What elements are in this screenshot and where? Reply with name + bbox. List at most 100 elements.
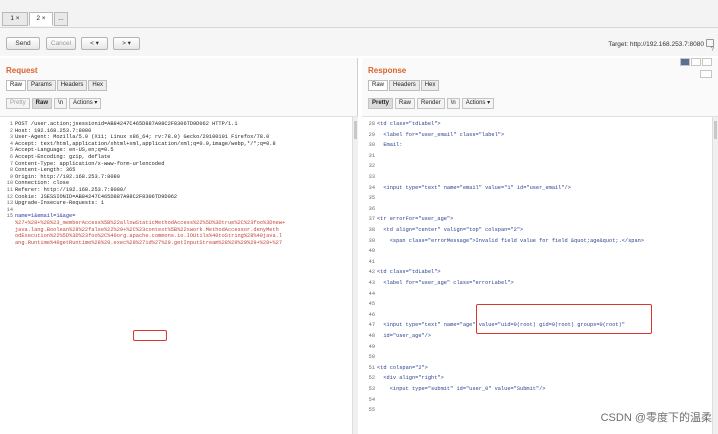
code-line: <span class="errorMessage">Invalid field… <box>377 237 645 244</box>
newline-toggle[interactable]: \n <box>54 98 68 109</box>
layout-split-icon[interactable] <box>680 58 690 66</box>
line-number: 55 <box>368 407 375 414</box>
line-number: 14 <box>6 206 13 213</box>
forward-button[interactable]: > ▾ <box>113 37 140 50</box>
code-line: id="user_age"/> <box>377 333 432 339</box>
cancel-button[interactable]: Cancel <box>46 37 76 50</box>
code-line: Email: <box>377 142 403 149</box>
line-number: 15 <box>6 213 13 220</box>
tab-params[interactable]: Params <box>27 80 56 91</box>
line-number: 33 <box>368 174 375 180</box>
scrollbar-thumb[interactable] <box>714 121 717 139</box>
code-line: User-Agent: Mozilla/5.0 (X11; Linux x86_… <box>15 134 270 141</box>
tab-label: ... <box>58 15 64 22</box>
line-number: 54 <box>368 396 375 403</box>
code-line: <td class="tdLabel"> <box>377 121 441 127</box>
request-editor-toolbar: Pretty Raw \n Actions ▾ <box>6 98 103 110</box>
line-number: 13 <box>6 200 13 207</box>
line-number: 49 <box>368 343 375 350</box>
tab-label: 1 <box>10 15 14 22</box>
line-number: 5 <box>9 147 13 154</box>
code-line: Accept-Encoding: gzip, deflate <box>15 154 111 160</box>
repeater-tab-1[interactable]: 1 × <box>2 12 28 26</box>
render-button[interactable]: Render <box>417 98 445 109</box>
tab-raw[interactable]: Raw <box>6 80 27 91</box>
code-line: Content-Type: application/x-www-form-url… <box>15 160 165 167</box>
repeater-tab-strip: 1 × 2 × ... <box>0 0 718 28</box>
tab-headers[interactable]: Headers <box>56 80 88 91</box>
edit-target-icon[interactable] <box>706 39 714 47</box>
code-line: <tr errorFor="user_age"> <box>377 216 454 223</box>
request-editor[interactable]: 1 POST /user.action;jsessionid=AB84247C46… <box>0 116 358 434</box>
line-number: 1 <box>9 121 13 127</box>
tab-raw[interactable]: Raw <box>368 80 389 91</box>
command-output-highlight-box <box>476 304 652 334</box>
line-number: 39 <box>368 237 375 244</box>
code-line: Origin: http://192.168.253.7:8080 <box>15 173 120 180</box>
line-number: 29 <box>368 131 375 138</box>
code-line: POST /user.action;jsessionid=AB84247C465… <box>15 121 238 127</box>
line-number: 11 <box>6 187 13 193</box>
line-number: 36 <box>368 205 375 212</box>
code-line: Cookie: JSESSIONID=AB84247C465D887A98C2F… <box>15 193 178 200</box>
line-number: 53 <box>368 386 375 392</box>
request-scrollbar[interactable] <box>352 117 358 434</box>
line-number: 45 <box>368 301 375 308</box>
line-number: 42 <box>368 269 375 276</box>
response-scrollbar[interactable] <box>712 117 718 434</box>
line-number: 3 <box>9 134 13 141</box>
send-button[interactable]: Send <box>6 37 40 50</box>
line-number: 37 <box>368 216 375 223</box>
inspector-toggle-icon[interactable] <box>700 70 712 78</box>
code-line: Accept-Language: en-US,en;q=0.5 <box>15 147 114 154</box>
pretty-button[interactable]: Pretty <box>6 98 30 109</box>
newline-toggle[interactable]: \n <box>446 98 460 109</box>
payload-highlight-box <box>133 330 167 341</box>
code-line: Accept: text/html,application/xhtml+xml,… <box>15 140 276 147</box>
line-number: 51 <box>368 364 375 371</box>
raw-button[interactable]: Raw <box>31 98 53 109</box>
line-number: 47 <box>368 322 375 329</box>
code-line: Host: 192.168.253.7:8080 <box>15 127 92 134</box>
tab-hex[interactable]: Hex <box>88 80 108 91</box>
code-line: Upgrade-Insecure-Requests: 1 <box>15 200 105 207</box>
layout-horizontal-icon[interactable] <box>691 58 701 66</box>
help-icon[interactable]: ? <box>711 47 714 53</box>
tab-headers[interactable]: Headers <box>389 80 420 91</box>
code-line: <div align="right"> <box>377 375 444 382</box>
line-number: 28 <box>368 121 375 127</box>
code-line: %27+%28+%28%23_memberAccess%5B%22allowSt… <box>15 220 286 226</box>
raw-button[interactable]: Raw <box>395 98 416 109</box>
actions-dropdown[interactable]: Actions ▾ <box>461 98 495 109</box>
line-number: 12 <box>6 193 13 200</box>
pretty-button[interactable]: Pretty <box>368 98 394 109</box>
line-number: 41 <box>368 258 375 265</box>
response-title: Response <box>368 66 407 75</box>
line-number: 6 <box>9 154 13 160</box>
tab-label: 2 <box>36 15 40 22</box>
line-number: 43 <box>368 280 375 286</box>
code-line: odExecution%22%5D%3D%23foo%2C%40org.apac… <box>15 233 283 240</box>
scrollbar-thumb[interactable] <box>354 121 357 139</box>
line-number: 35 <box>368 195 375 202</box>
line-number: 31 <box>368 152 375 159</box>
line-number: 48 <box>368 333 375 339</box>
code-line: java.lang.Boolean%28%22false%22%29+%2C%2… <box>15 226 279 233</box>
code-line: <td class="tdLabel"> <box>377 269 441 276</box>
request-view-tabs: Raw Params Headers Hex <box>6 80 108 92</box>
layout-tabs-icon[interactable] <box>702 58 712 66</box>
line-number: 40 <box>368 248 375 255</box>
repeater-tab-2[interactable]: 2 × <box>29 12 53 26</box>
line-number: 2 <box>9 127 13 134</box>
line-number: 52 <box>368 375 375 382</box>
actions-dropdown[interactable]: Actions ▾ <box>69 98 102 109</box>
back-button[interactable]: < ▾ <box>81 37 108 50</box>
response-editor[interactable]: 28 <td class="tdLabel"> 29 <label for="use… <box>362 116 718 434</box>
tab-hex[interactable]: Hex <box>420 80 440 91</box>
target-label: Target: http://192.168.253.7:8080 <box>608 41 704 48</box>
line-number: 32 <box>368 163 375 170</box>
line-number: 50 <box>368 354 375 361</box>
code-line: Connection: close <box>15 180 70 187</box>
line-number: 30 <box>368 142 375 149</box>
repeater-tab-more[interactable]: ... <box>54 12 68 26</box>
